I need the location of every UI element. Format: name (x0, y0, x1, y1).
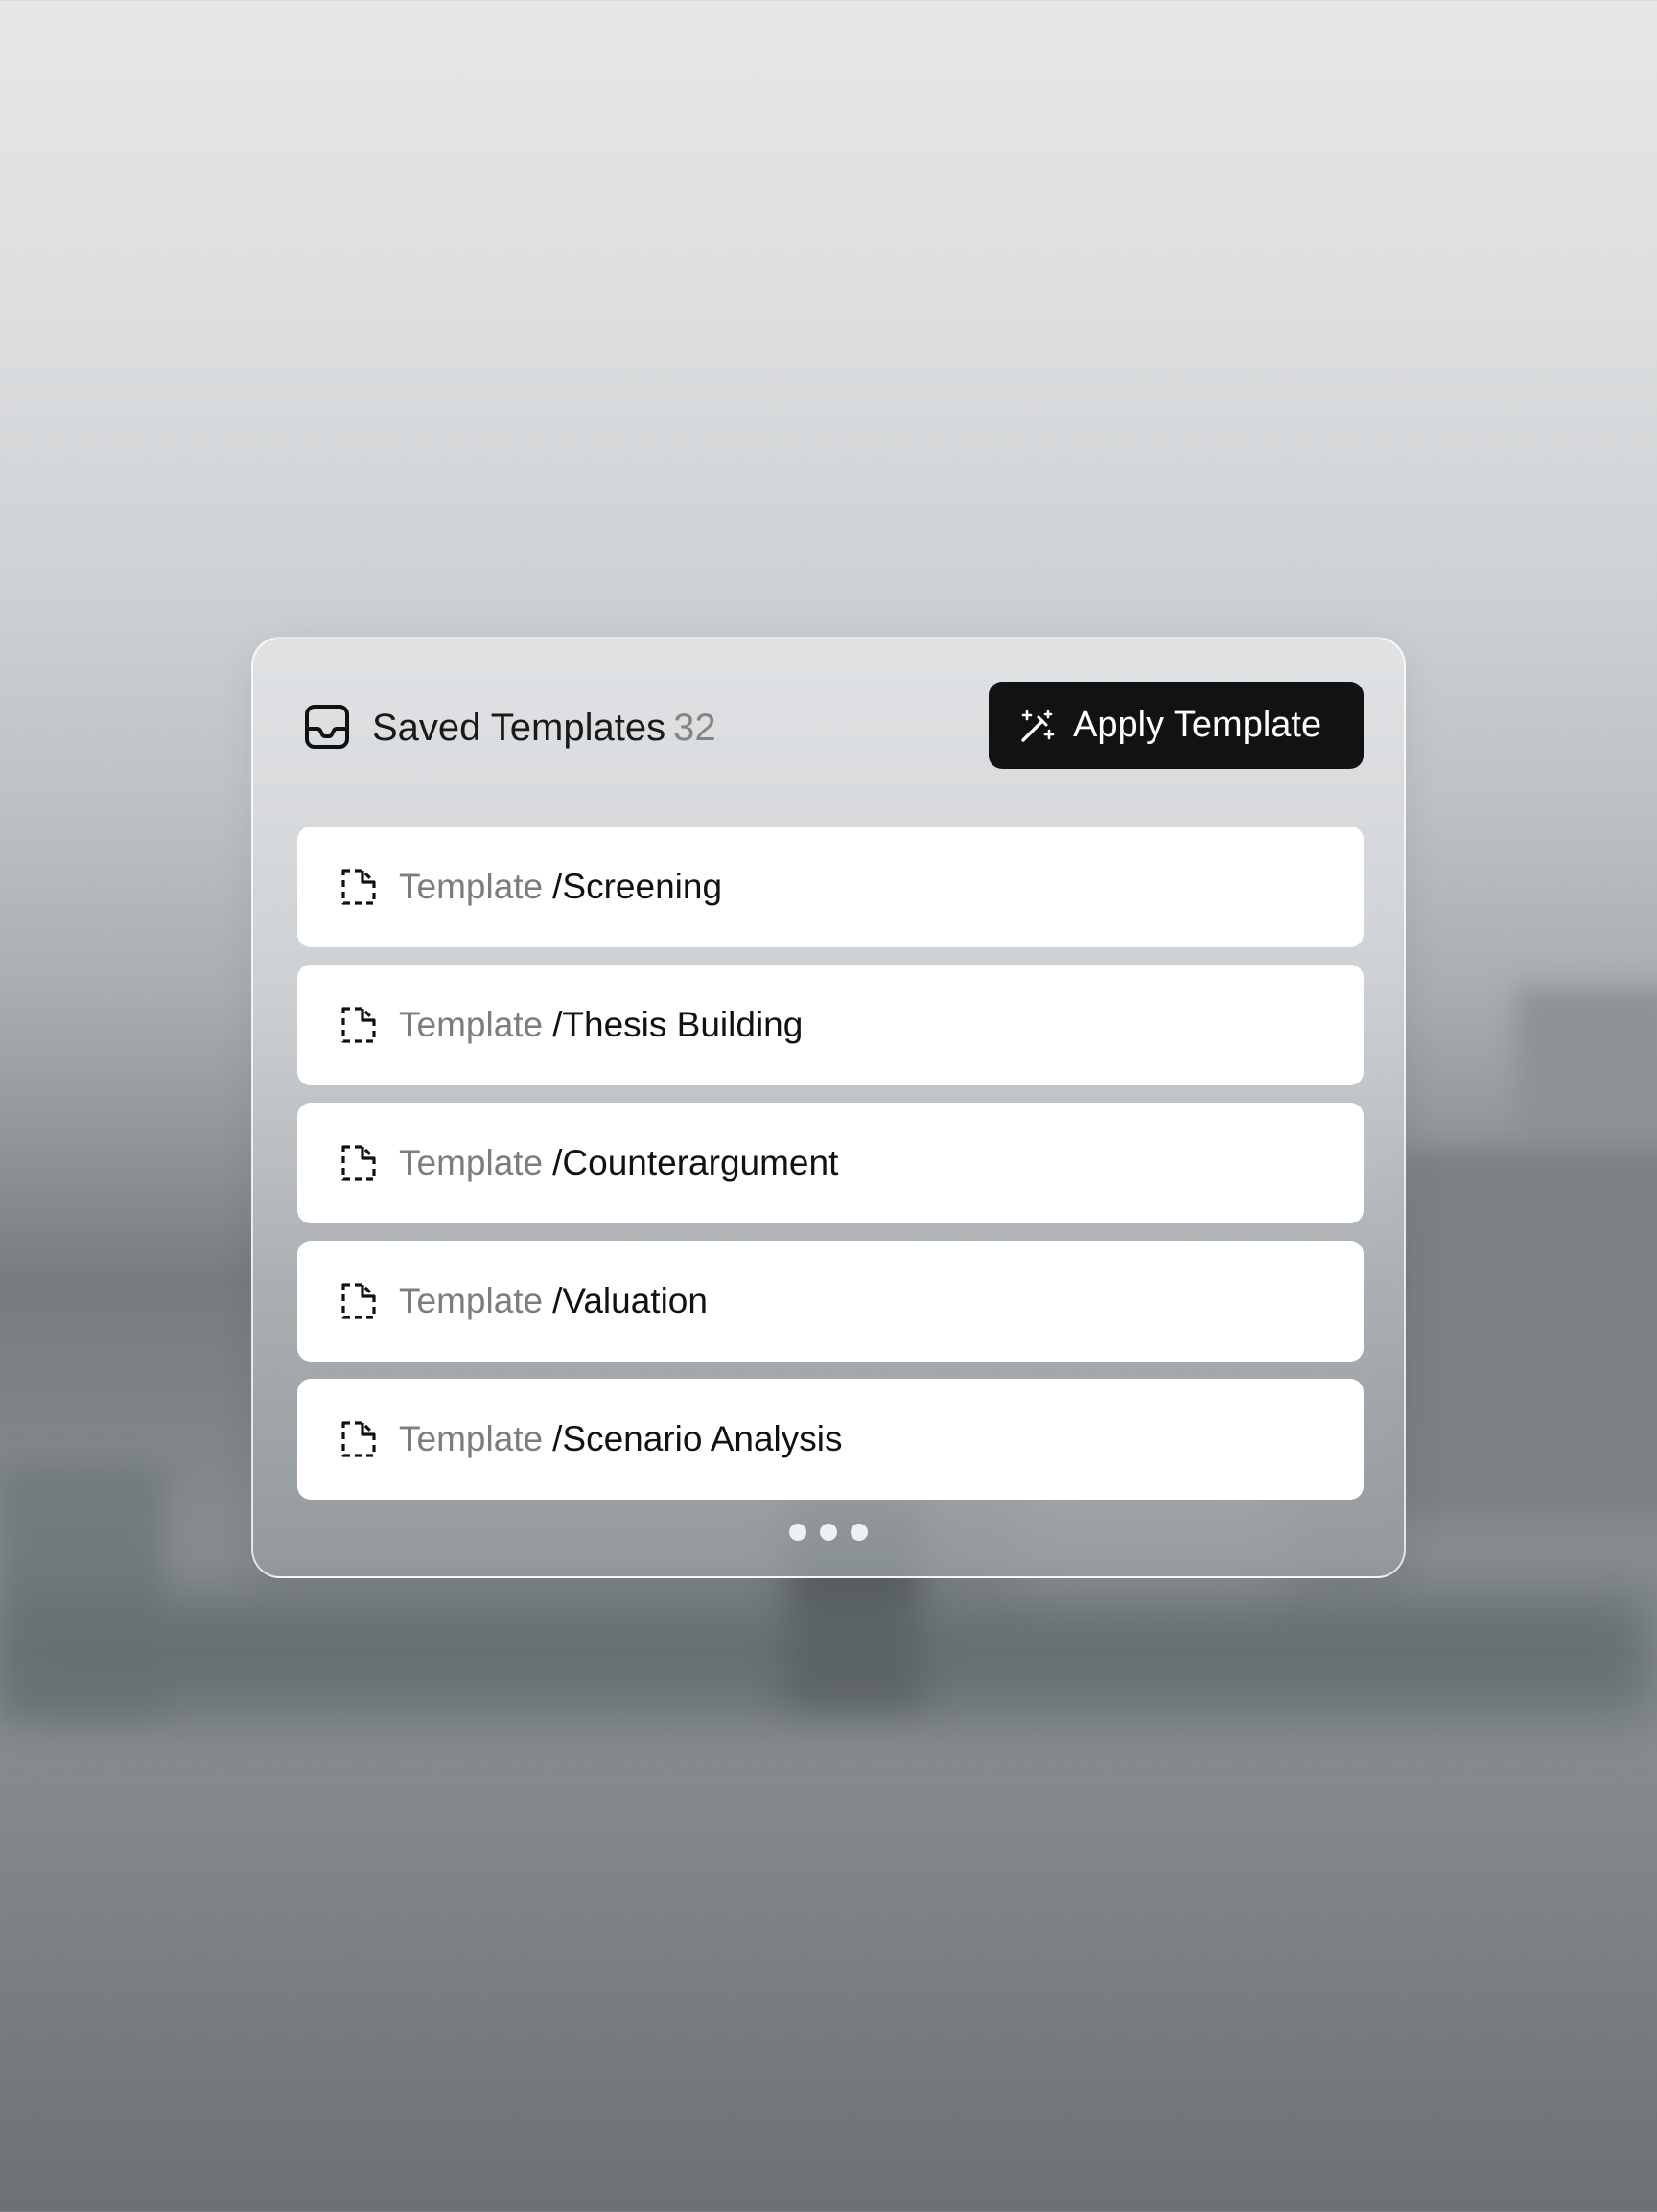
template-separator: / (552, 867, 563, 906)
template-item-text: Template/Screening (399, 867, 722, 907)
dot (789, 1524, 806, 1541)
inbox-icon (305, 705, 349, 749)
magic-wand-icon (1021, 710, 1055, 742)
template-item-scenario-analysis[interactable]: Template/Scenario Analysis (297, 1379, 1364, 1500)
template-name: Valuation (562, 1281, 708, 1320)
template-item-text: Template/Counterargument (399, 1143, 838, 1183)
dashed-file-icon (341, 1421, 376, 1457)
dot (851, 1524, 868, 1541)
panel-title: Saved Templates 32 (372, 706, 716, 750)
template-prefix: Template (399, 1143, 544, 1182)
more-dots-icon[interactable] (253, 1524, 1404, 1543)
template-name: Counterargument (562, 1143, 839, 1182)
template-item-text: Template/Valuation (399, 1281, 708, 1321)
background-building (0, 1467, 163, 1716)
template-prefix: Template (399, 1005, 544, 1044)
template-list: Template/Screening Template/Thesis Build… (297, 827, 1364, 1517)
template-separator: / (552, 1143, 563, 1182)
template-prefix: Template (399, 867, 544, 906)
template-item-counterargument[interactable]: Template/Counterargument (297, 1103, 1364, 1223)
background-ground (0, 1592, 1657, 1716)
template-item-valuation[interactable]: Template/Valuation (297, 1241, 1364, 1362)
template-count: 32 (673, 707, 716, 749)
saved-templates-panel: Saved Templates 32 Apply Template Templat… (251, 637, 1406, 1578)
template-prefix: Template (399, 1281, 544, 1320)
template-name: Screening (562, 867, 723, 906)
dashed-file-icon (341, 1007, 376, 1043)
template-separator: / (552, 1419, 563, 1458)
panel-title-text: Saved Templates (372, 707, 666, 749)
template-name: Thesis Building (562, 1005, 804, 1044)
apply-template-label: Apply Template (1073, 705, 1322, 745)
template-item-screening[interactable]: Template/Screening (297, 827, 1364, 947)
background-building (1400, 1151, 1657, 1515)
template-prefix: Template (399, 1419, 544, 1458)
template-name: Scenario Analysis (562, 1419, 843, 1458)
template-item-text: Template/Scenario Analysis (399, 1419, 842, 1459)
apply-template-button[interactable]: Apply Template (989, 682, 1364, 769)
background-building (1515, 988, 1657, 1467)
dashed-file-icon (341, 1283, 376, 1319)
dashed-file-icon (341, 869, 376, 905)
panel-header: Saved Templates 32 Apply Template (253, 639, 1404, 811)
template-item-thesis-building[interactable]: Template/Thesis Building (297, 965, 1364, 1085)
template-separator: / (552, 1005, 563, 1044)
dot (820, 1524, 837, 1541)
template-item-text: Template/Thesis Building (399, 1005, 803, 1045)
dashed-file-icon (341, 1145, 376, 1181)
template-separator: / (552, 1281, 563, 1320)
